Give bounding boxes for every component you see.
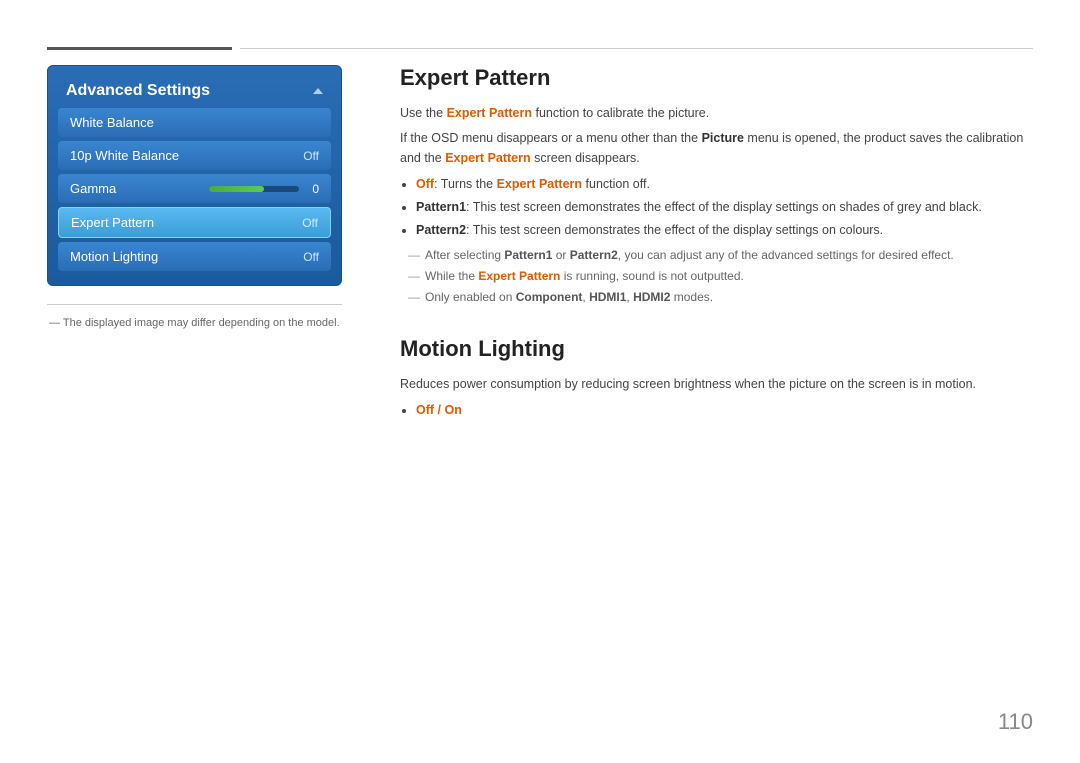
top-border (47, 47, 1033, 50)
left-panel: Advanced Settings White Balance 10p Whit… (47, 65, 342, 331)
menu-item-expert-pattern[interactable]: Expert Pattern Off (58, 207, 331, 238)
menu-item-label: Gamma (70, 181, 116, 196)
bullet-item-off: Off: Turns the Expert Pattern function o… (416, 174, 1033, 194)
gamma-value: 0 (305, 182, 319, 196)
gamma-slider-fill (209, 186, 264, 192)
dash-item-3: ― Only enabled on Component, HDMI1, HDMI… (408, 288, 1033, 307)
expert-pattern-intro1: Use the Expert Pattern function to calib… (400, 103, 1033, 123)
expert-pattern-title: Expert Pattern (400, 65, 1033, 91)
dash-item-1: ― After selecting Pattern1 or Pattern2, … (408, 246, 1033, 265)
menu-item-gamma[interactable]: Gamma 0 (58, 174, 331, 203)
ep-highlight-2: Expert Pattern (445, 151, 530, 165)
expert-pattern-section: Expert Pattern Use the Expert Pattern fu… (400, 65, 1033, 308)
menu-item-label: White Balance (70, 115, 154, 130)
menu-title: Advanced Settings (58, 78, 331, 108)
right-content: Expert Pattern Use the Expert Pattern fu… (400, 65, 1033, 426)
bullet-item-pattern1: Pattern1: This test screen demonstrates … (416, 197, 1033, 217)
menu-item-label: Expert Pattern (71, 215, 154, 230)
gamma-slider[interactable] (209, 186, 299, 192)
off-on-highlight: Off / On (416, 403, 462, 417)
expert-pattern-dashes: ― After selecting Pattern1 or Pattern2, … (408, 246, 1033, 308)
menu-item-label: 10p White Balance (70, 148, 179, 163)
page-number: 110 (998, 709, 1033, 735)
ep-highlight-1: Expert Pattern (447, 106, 532, 120)
menu-item-label: Motion Lighting (70, 249, 158, 264)
ep-bold-picture: Picture (702, 131, 744, 145)
menu-item-motion-lighting[interactable]: Motion Lighting Off (58, 242, 331, 271)
arrow-up-icon (313, 88, 323, 94)
bullet-item-pattern2: Pattern2: This test screen demonstrates … (416, 220, 1033, 240)
dash-item-2: ― While the Expert Pattern is running, s… (408, 267, 1033, 286)
motion-lighting-section: Motion Lighting Reduces power consumptio… (400, 336, 1033, 420)
bullet-item-off-on: Off / On (416, 400, 1033, 420)
footnote-text: — The displayed image may differ dependi… (49, 317, 340, 329)
menu-item-white-balance[interactable]: White Balance (58, 108, 331, 137)
menu-item-10p-white-balance[interactable]: 10p White Balance Off (58, 141, 331, 170)
menu-box: Advanced Settings White Balance 10p Whit… (47, 65, 342, 286)
gamma-slider-container: 0 (209, 182, 319, 196)
menu-item-value: Off (302, 216, 318, 230)
motion-lighting-bullets: Off / On (416, 400, 1033, 420)
top-border-light (240, 48, 1033, 49)
expert-pattern-bullets: Off: Turns the Expert Pattern function o… (416, 174, 1033, 240)
footnote: — The displayed image may differ dependi… (47, 304, 342, 331)
expert-pattern-intro2: If the OSD menu disappears or a menu oth… (400, 128, 1033, 168)
menu-title-text: Advanced Settings (66, 82, 210, 100)
motion-lighting-intro: Reduces power consumption by reducing sc… (400, 374, 1033, 394)
menu-item-value: Off (303, 250, 319, 264)
motion-lighting-title: Motion Lighting (400, 336, 1033, 362)
menu-item-value: Off (303, 149, 319, 163)
top-border-dark (47, 47, 232, 50)
